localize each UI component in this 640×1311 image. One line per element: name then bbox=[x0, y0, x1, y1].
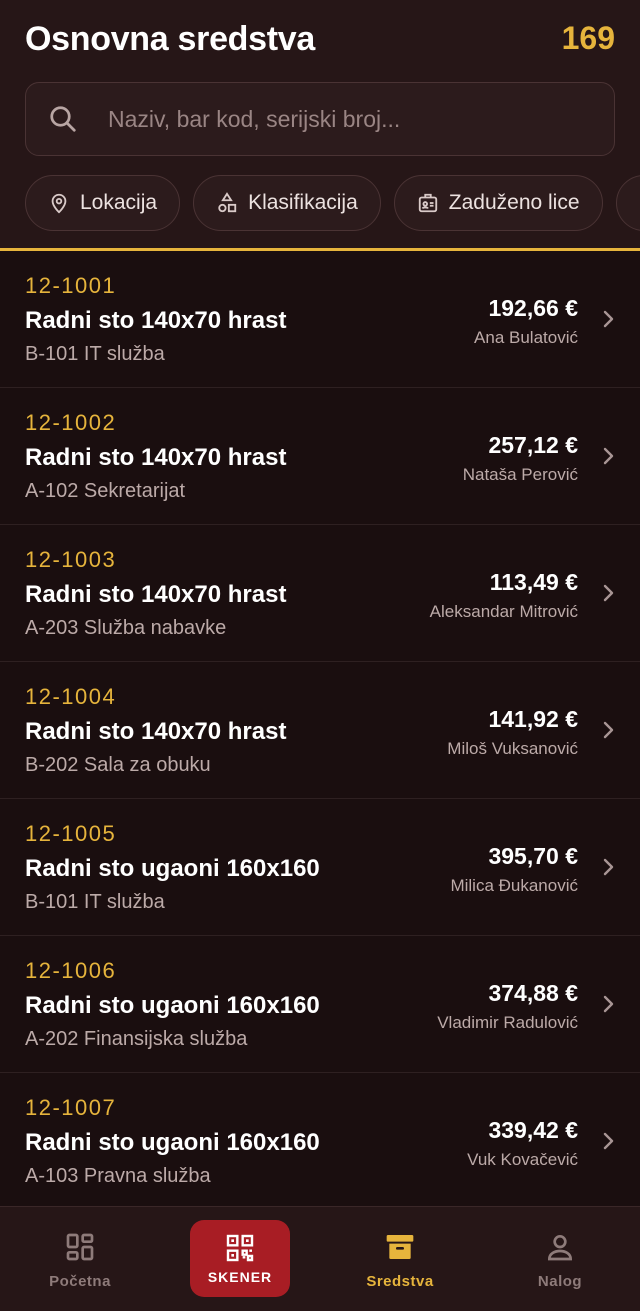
nav-label: Nalog bbox=[537, 1273, 583, 1290]
asset-price: 113,49 € bbox=[489, 569, 578, 595]
asset-code: 12-1007 bbox=[25, 1095, 117, 1120]
chevron-right-icon bbox=[603, 995, 614, 1013]
chevron-right-icon bbox=[603, 584, 614, 602]
asset-location: B-202 Sala za obuku bbox=[25, 754, 211, 776]
archive-box-icon bbox=[386, 1235, 414, 1259]
asset-code: 12-1002 bbox=[25, 410, 117, 435]
app-header: Osnovna sredstva 169 Lokacija Klasifikac… bbox=[0, 0, 640, 251]
location-pin-icon bbox=[51, 193, 67, 214]
asset-assignee: Aleksandar Mitrović bbox=[429, 602, 578, 621]
asset-location: B-101 IT služba bbox=[25, 891, 165, 913]
shapes-icon bbox=[218, 192, 237, 213]
asset-assignee: Miloš Vuksanović bbox=[447, 739, 578, 758]
search-box[interactable] bbox=[25, 82, 615, 156]
asset-name: Radni sto 140x70 hrast bbox=[25, 444, 287, 471]
asset-code: 12-1006 bbox=[25, 958, 117, 983]
asset-assignee: Nataša Perović bbox=[462, 465, 578, 484]
filter-chip-label: Lokacija bbox=[80, 191, 158, 214]
asset-name: Radni sto 140x70 hrast bbox=[25, 581, 287, 608]
asset-location: B-101 IT služba bbox=[25, 343, 165, 365]
asset-name: Radni sto 140x70 hrast bbox=[25, 307, 287, 334]
nav-item-home[interactable]: Početna bbox=[0, 1207, 160, 1311]
asset-list: 12-1001 Radni sto 140x70 hrast B-101 IT … bbox=[0, 251, 640, 1210]
asset-count-badge: 169 bbox=[561, 20, 615, 56]
asset-location: A-202 Finansijska služba bbox=[25, 1028, 248, 1050]
asset-code: 12-1005 bbox=[25, 821, 117, 846]
asset-code: 12-1004 bbox=[25, 684, 117, 709]
chevron-right-icon bbox=[603, 1132, 614, 1150]
asset-location: A-203 Služba nabavke bbox=[25, 617, 227, 639]
search-icon bbox=[50, 106, 76, 132]
filter-chip-label: Zaduženo lice bbox=[448, 191, 580, 214]
asset-row[interactable]: 12-1007 Radni sto ugaoni 160x160 A-103 P… bbox=[0, 1073, 640, 1210]
filter-chip-more[interactable] bbox=[615, 175, 640, 231]
filter-chips: Lokacija Klasifikacija Zaduženo lice bbox=[25, 175, 640, 231]
asset-row[interactable]: 12-1002 Radni sto 140x70 hrast A-102 Sek… bbox=[0, 388, 640, 525]
nav-item-account[interactable]: Nalog bbox=[480, 1207, 640, 1311]
search-input[interactable] bbox=[108, 105, 578, 133]
filter-chip-classification[interactable]: Klasifikacija bbox=[193, 175, 381, 231]
asset-price: 374,88 € bbox=[488, 980, 578, 1006]
asset-row[interactable]: 12-1003 Radni sto 140x70 hrast A-203 Slu… bbox=[0, 525, 640, 662]
asset-row[interactable]: 12-1001 Radni sto 140x70 hrast B-101 IT … bbox=[0, 251, 640, 388]
asset-code: 12-1003 bbox=[25, 547, 117, 572]
asset-name: Radni sto ugaoni 160x160 bbox=[25, 992, 320, 1019]
user-icon bbox=[547, 1235, 573, 1261]
chevron-right-icon bbox=[603, 721, 614, 739]
chevron-right-icon bbox=[603, 310, 614, 328]
asset-price: 395,70 € bbox=[488, 843, 578, 869]
asset-location: A-103 Pravna služba bbox=[25, 1165, 211, 1187]
asset-row[interactable]: 12-1005 Radni sto ugaoni 160x160 B-101 I… bbox=[0, 799, 640, 936]
id-badge-icon bbox=[418, 193, 437, 213]
asset-price: 141,92 € bbox=[488, 706, 578, 732]
nav-label: Početna bbox=[49, 1273, 111, 1290]
asset-row[interactable]: 12-1006 Radni sto ugaoni 160x160 A-202 F… bbox=[0, 936, 640, 1073]
asset-assignee: Vuk Kovačević bbox=[467, 1150, 578, 1169]
asset-assignee: Ana Bulatović bbox=[474, 328, 578, 347]
asset-price: 257,12 € bbox=[488, 432, 578, 458]
chevron-right-icon bbox=[603, 447, 614, 465]
scanner-label: SKENER bbox=[207, 1269, 273, 1285]
asset-price: 339,42 € bbox=[488, 1117, 578, 1143]
asset-code: 12-1001 bbox=[25, 273, 117, 298]
page-title: Osnovna sredstva bbox=[25, 20, 315, 58]
asset-assignee: Vladimir Radulović bbox=[437, 1013, 578, 1032]
asset-name: Radni sto ugaoni 160x160 bbox=[25, 855, 320, 882]
dashboard-grid-icon bbox=[66, 1233, 94, 1261]
bottom-navigation: Početna SKENER Sredstva Nalog bbox=[0, 1206, 640, 1311]
asset-location: A-102 Sekretarijat bbox=[25, 480, 186, 502]
filter-chip-assignee[interactable]: Zaduženo lice bbox=[393, 175, 603, 231]
filter-chip-label: Klasifikacija bbox=[248, 191, 358, 214]
asset-name: Radni sto ugaoni 160x160 bbox=[25, 1129, 320, 1156]
asset-assignee: Milica Đukanović bbox=[450, 876, 578, 895]
scanner-button[interactable]: SKENER bbox=[190, 1220, 290, 1297]
nav-label: Sredstva bbox=[366, 1273, 434, 1290]
chevron-right-icon bbox=[603, 858, 614, 876]
asset-row[interactable]: 12-1004 Radni sto 140x70 hrast B-202 Sal… bbox=[0, 662, 640, 799]
asset-price: 192,66 € bbox=[488, 295, 578, 321]
nav-item-assets[interactable]: Sredstva bbox=[320, 1207, 480, 1311]
filter-chip-location[interactable]: Lokacija bbox=[25, 175, 181, 231]
qr-code-icon bbox=[226, 1234, 254, 1262]
asset-name: Radni sto 140x70 hrast bbox=[25, 718, 287, 745]
